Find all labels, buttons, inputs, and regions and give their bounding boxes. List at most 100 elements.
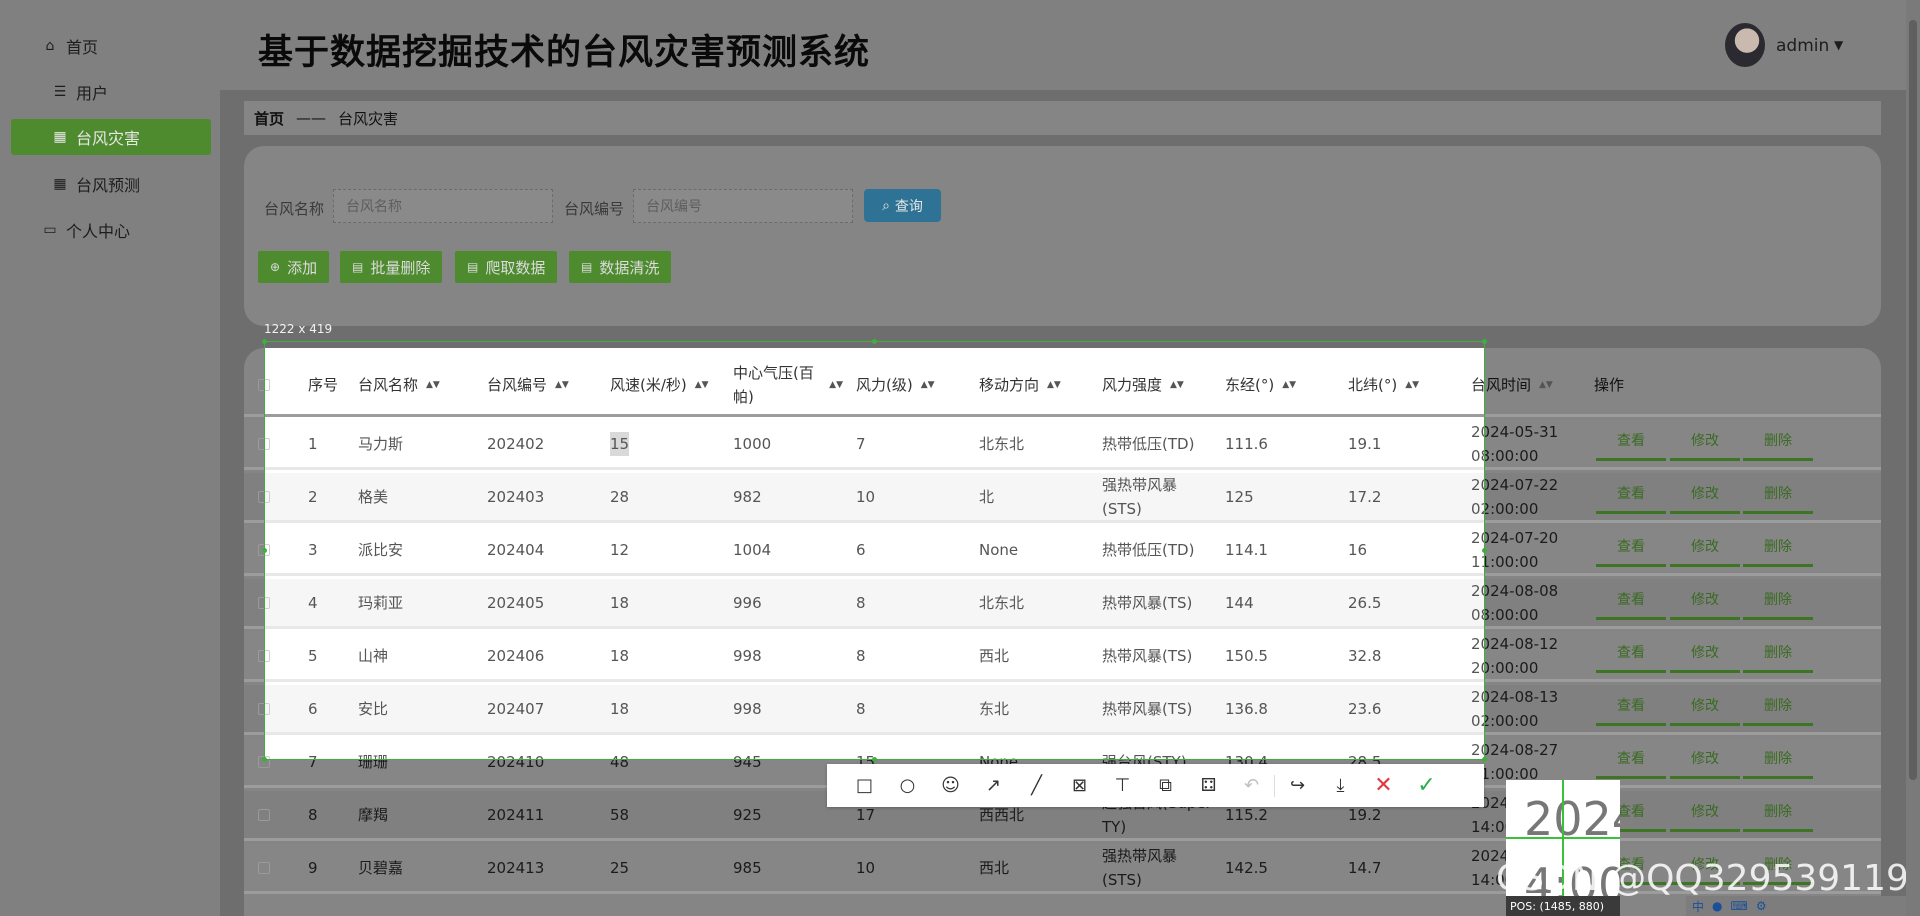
delete-button[interactable]: 删除	[1743, 741, 1813, 779]
crawl-data-button[interactable]: ▤ 爬取数据	[455, 251, 558, 283]
table-cell: 西北	[979, 858, 1010, 877]
edit-button[interactable]: 修改	[1670, 582, 1740, 620]
home-icon: ⌂	[45, 38, 55, 54]
rectangle-tool-icon[interactable]: □	[843, 764, 886, 807]
edit-button[interactable]: 修改	[1670, 635, 1740, 673]
clean-data-button[interactable]: ▤ 数据清洗	[569, 251, 672, 283]
crosshair-line	[1506, 837, 1620, 839]
code-input[interactable]: 台风编号	[633, 189, 853, 223]
breadcrumb-home[interactable]: 首页	[254, 108, 284, 129]
table-cell: 摩羯	[358, 805, 389, 824]
table-cell: 142.5	[1225, 858, 1268, 877]
undo-icon[interactable]: ↶	[1230, 764, 1273, 807]
breadcrumb-separator: ——	[296, 109, 327, 127]
row-checkbox[interactable]	[258, 861, 270, 874]
scrollbar-thumb[interactable]	[1909, 20, 1917, 780]
table-cell: 2024-08-08 08:00:00	[1471, 581, 1559, 624]
resize-handle[interactable]	[1482, 757, 1487, 762]
name-input[interactable]: 台风名称	[333, 189, 553, 223]
edit-button[interactable]: 修改	[1670, 741, 1740, 779]
table-cell: 2024-08-13 02:00:00	[1471, 687, 1559, 730]
resize-handle[interactable]	[872, 757, 877, 762]
edit-button[interactable]: 修改	[1670, 423, 1740, 461]
query-button[interactable]: ⌕ 查询	[864, 189, 941, 222]
share-icon[interactable]: ↪	[1276, 764, 1319, 807]
sidebar: ⌂ 首页 ☰ 用户 ▦ 台风灾害 ▦ 台风预测 ▭ 个人中心	[0, 0, 220, 916]
resize-handle[interactable]	[1482, 548, 1487, 553]
download-icon[interactable]: ⤓	[1319, 764, 1362, 807]
table-cell: 202413	[487, 858, 545, 877]
column-header[interactable]: 台风时间▲▼	[1471, 355, 1581, 414]
toolbar-divider	[1274, 774, 1275, 797]
table-cell: 2024-05-31 08:00:00	[1471, 422, 1559, 465]
delete-button[interactable]: 删除	[1743, 476, 1813, 514]
settings-icon[interactable]: ⚙	[1756, 899, 1767, 913]
close-icon[interactable]: ✕	[1362, 764, 1405, 807]
table-cell: 58	[610, 805, 630, 824]
doc-icon: ▤	[467, 260, 479, 274]
table-cell: 2024-08-12 20:00:00	[1471, 634, 1559, 677]
grid-icon: ▦	[53, 129, 67, 145]
view-button[interactable]: 查看	[1596, 423, 1666, 461]
system-tray: 中 ● ⌨ ⚙	[1686, 896, 1906, 916]
cursor-position-label: POS: (1485, 880)	[1506, 896, 1620, 916]
search-card	[244, 146, 1881, 326]
sort-icon[interactable]: ▲▼	[1539, 373, 1553, 397]
delete-button[interactable]: 删除	[1743, 582, 1813, 620]
table-cell: 8	[308, 805, 318, 824]
delete-button[interactable]: 删除	[1743, 423, 1813, 461]
row-checkbox[interactable]	[258, 808, 270, 821]
scrollbar[interactable]	[1906, 0, 1920, 916]
chevron-down-icon[interactable]: ▼	[1834, 38, 1843, 52]
batch-delete-button[interactable]: ▤ 批量删除	[340, 251, 443, 283]
mosaic-tool-icon[interactable]: ⊠	[1058, 764, 1101, 807]
table-cell: 985	[733, 858, 762, 877]
ellipse-tool-icon[interactable]: ○	[886, 764, 929, 807]
resize-handle[interactable]	[872, 339, 877, 344]
resize-handle[interactable]	[262, 757, 267, 762]
table-cell: 14.7	[1348, 858, 1382, 877]
edit-button[interactable]: 修改	[1670, 794, 1740, 832]
table-cell: 贝碧嘉	[358, 858, 404, 877]
view-button[interactable]: 查看	[1596, 476, 1666, 514]
table-cell: 202411	[487, 805, 545, 824]
step-tool-icon[interactable]: ⚃	[1187, 764, 1230, 807]
resize-handle[interactable]	[262, 548, 267, 553]
table-cell: 强热带风暴(STS)	[1102, 846, 1178, 889]
user-name[interactable]: admin	[1776, 36, 1829, 56]
edit-button[interactable]: 修改	[1670, 529, 1740, 567]
view-button[interactable]: 查看	[1596, 582, 1666, 620]
copy-tool-icon[interactable]: ⧉	[1144, 764, 1187, 807]
selection-size-label: 1222 x 419	[264, 322, 333, 336]
resize-handle[interactable]	[1482, 339, 1487, 344]
sidebar-item-profile[interactable]: ▭ 个人中心	[40, 212, 240, 248]
delete-button[interactable]: 删除	[1743, 529, 1813, 567]
trash-icon: ▤	[352, 260, 364, 274]
ime-indicator[interactable]: 中	[1692, 898, 1704, 915]
delete-button[interactable]: 删除	[1743, 794, 1813, 832]
capture-toolbar: □ ○ ☺ ↗ ╱ ⊠ ⊤ ⧉ ⚃ ↶ ↪ ⤓ ✕ ✓	[827, 764, 1484, 807]
mic-icon[interactable]: ●	[1712, 899, 1722, 913]
view-button[interactable]: 查看	[1596, 741, 1666, 779]
arrow-tool-icon[interactable]: ↗	[972, 764, 1015, 807]
text-tool-icon[interactable]: ⊤	[1101, 764, 1144, 807]
sidebar-item-typhoon-disaster[interactable]: ▦ 台风灾害	[11, 119, 211, 155]
selection-border[interactable]	[264, 341, 1485, 760]
delete-button[interactable]: 删除	[1743, 688, 1813, 726]
add-button[interactable]: ⊕ 添加	[258, 251, 330, 283]
avatar[interactable]	[1725, 23, 1765, 67]
delete-button[interactable]: 删除	[1743, 635, 1813, 673]
view-button[interactable]: 查看	[1596, 688, 1666, 726]
confirm-icon[interactable]: ✓	[1405, 764, 1448, 807]
edit-button[interactable]: 修改	[1670, 688, 1740, 726]
sidebar-item-home[interactable]: ⌂ 首页	[40, 28, 240, 64]
view-button[interactable]: 查看	[1596, 635, 1666, 673]
edit-button[interactable]: 修改	[1670, 476, 1740, 514]
resize-handle[interactable]	[262, 339, 267, 344]
column-header: 操作	[1594, 375, 1625, 394]
table-cell: 25	[610, 858, 630, 877]
keyboard-icon[interactable]: ⌨	[1731, 899, 1748, 913]
view-button[interactable]: 查看	[1596, 529, 1666, 567]
emoji-tool-icon[interactable]: ☺	[929, 764, 972, 807]
line-tool-icon[interactable]: ╱	[1015, 764, 1058, 807]
